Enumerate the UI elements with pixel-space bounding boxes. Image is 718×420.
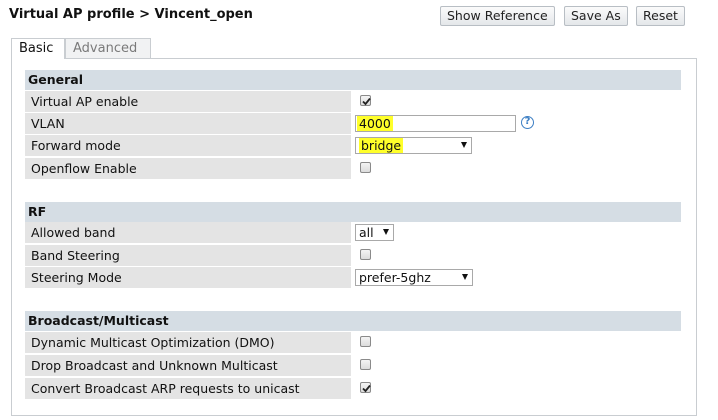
steering-mode-value: prefer-5ghz <box>359 270 431 285</box>
vlan-input[interactable]: 4000 <box>355 115 516 132</box>
band-steering-checkbox[interactable] <box>360 249 371 260</box>
dmo-label: Dynamic Multicast Optimization (DMO) <box>25 332 351 353</box>
steering-mode-select[interactable]: prefer-5ghz <box>355 269 473 286</box>
section-broadcast-header: Broadcast/Multicast <box>25 311 681 331</box>
virtual-ap-enable-label: Virtual AP enable <box>25 91 351 112</box>
save-as-button[interactable]: Save As <box>564 6 628 26</box>
chevron-down-icon <box>461 142 467 148</box>
drop-broadcast-label: Drop Broadcast and Unknown Multicast <box>25 355 351 376</box>
virtual-ap-enable-checkbox[interactable] <box>360 95 371 106</box>
tab-basic[interactable]: Basic <box>11 38 65 59</box>
checkmark-icon <box>362 384 371 393</box>
allowed-band-select[interactable]: all <box>355 224 394 241</box>
chevron-down-icon <box>383 229 389 235</box>
convert-arp-label: Convert Broadcast ARP requests to unicas… <box>25 378 351 399</box>
band-steering-label: Band Steering <box>25 245 351 266</box>
section-rf-header: RF <box>25 202 681 222</box>
checkmark-icon <box>362 97 371 106</box>
openflow-enable-checkbox[interactable] <box>360 162 371 173</box>
chevron-down-icon <box>462 274 468 280</box>
forward-mode-value: bridge <box>359 138 404 153</box>
allowed-band-label: Allowed band <box>25 222 351 243</box>
question-icon[interactable]: ? <box>521 116 534 129</box>
show-reference-button[interactable]: Show Reference <box>440 6 555 26</box>
tab-advanced[interactable]: Advanced <box>65 38 151 59</box>
forward-mode-select[interactable]: bridge <box>355 137 472 154</box>
allowed-band-value: all <box>359 225 374 240</box>
vlan-label: VLAN <box>25 113 351 134</box>
convert-arp-checkbox[interactable] <box>360 382 371 393</box>
steering-mode-label: Steering Mode <box>25 267 351 288</box>
dmo-checkbox[interactable] <box>360 336 371 347</box>
reset-button[interactable]: Reset <box>636 6 685 26</box>
drop-broadcast-checkbox[interactable] <box>360 359 371 370</box>
page-title: Virtual AP profile > Vincent_open <box>9 7 253 22</box>
section-general-header: General <box>25 70 681 90</box>
openflow-enable-label: Openflow Enable <box>25 158 351 179</box>
vlan-value: 4000 <box>357 116 393 131</box>
forward-mode-label: Forward mode <box>25 135 351 156</box>
